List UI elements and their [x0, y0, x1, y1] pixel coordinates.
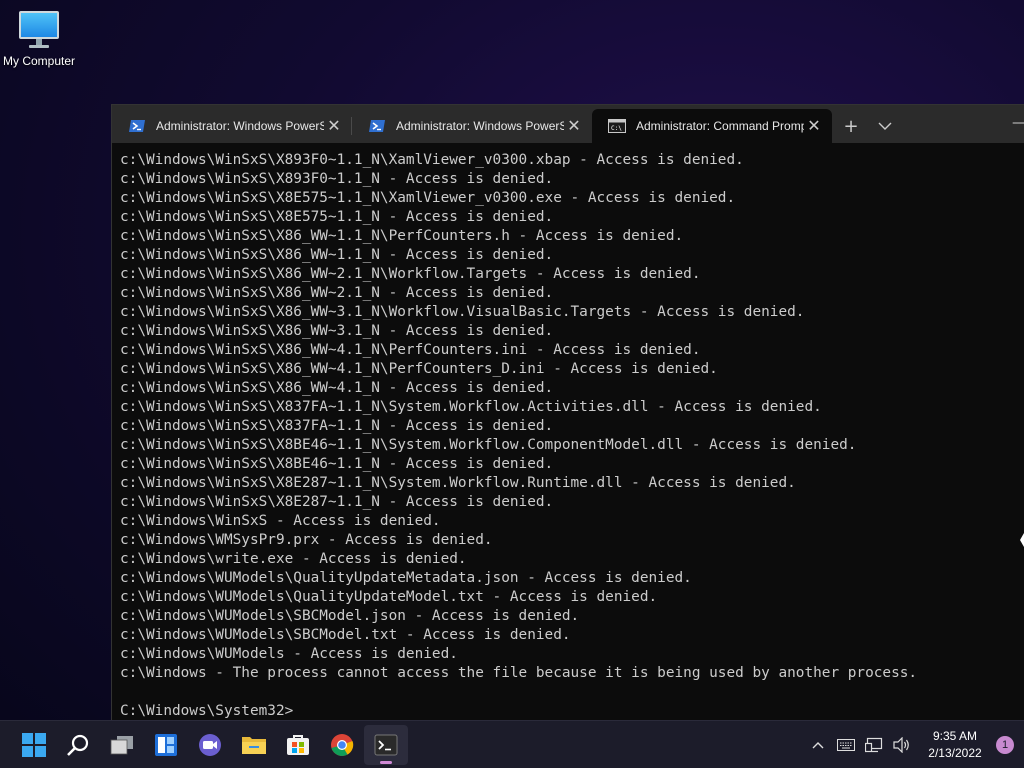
folder-icon — [242, 736, 266, 754]
clock-time: 9:35 AM — [932, 729, 978, 743]
console-line: c:\Windows\WinSxS - Access is denied. — [120, 513, 441, 529]
terminal-window[interactable]: Administrator: Windows PowerS ✕ Administ… — [111, 104, 1024, 720]
chrome-icon — [331, 733, 354, 756]
terminal-icon — [374, 734, 398, 755]
console-line: c:\Windows\WinSxS\X86_WW~2.1_N - Access … — [120, 285, 554, 301]
tab-command-prompt[interactable]: C:\ Administrator: Command Promp ✕ — [592, 109, 832, 143]
volume-icon — [893, 737, 909, 753]
clock[interactable]: 9:35 AM 2/13/2022 — [916, 728, 994, 762]
network-button[interactable] — [860, 725, 888, 765]
minimize-button[interactable]: — — [1012, 115, 1024, 131]
tab-title: Administrator: Command Promp — [636, 119, 804, 133]
console-line: c:\Windows\WinSxS\X86_WW~3.1_N - Access … — [120, 323, 554, 339]
clock-date: 2/13/2022 — [928, 746, 982, 760]
tab-powershell-1[interactable]: Administrator: Windows PowerS ✕ — [112, 109, 352, 143]
tab-title: Administrator: Windows PowerS — [156, 119, 324, 133]
console-line: c:\Windows\WinSxS\X86_WW~4.1_N\PerfCount… — [120, 361, 718, 377]
console-line: c:\Windows\WUModels\SBCModel.txt - Acces… — [120, 627, 571, 643]
chevron-down-icon — [878, 122, 892, 130]
console-line: c:\Windows\write.exe - Access is denied. — [120, 551, 467, 567]
keyboard-button[interactable] — [832, 725, 860, 765]
console-line: c:\Windows\WUModels\QualityUpdateMetadat… — [120, 570, 692, 586]
console-line: c:\Windows\WinSxS\X8E287~1.1_N\System.Wo… — [120, 475, 796, 491]
notification-badge[interactable]: 1 — [996, 736, 1014, 754]
volume-button[interactable] — [888, 725, 916, 765]
powershell-icon — [369, 120, 385, 132]
teams-chat-button[interactable] — [188, 725, 232, 765]
search-button[interactable] — [56, 725, 100, 765]
close-icon[interactable]: ✕ — [324, 116, 344, 136]
console-line: c:\Windows\WinSxS\X8E287~1.1_N - Access … — [120, 494, 554, 510]
console-line: c:\Windows\WinSxS\X86_WW~4.1_N\PerfCount… — [120, 342, 701, 358]
chat-camera-icon — [199, 733, 221, 756]
show-hidden-icons-button[interactable] — [804, 725, 832, 765]
console-line: c:\Windows\WUModels\SBCModel.json - Acce… — [120, 608, 580, 624]
file-explorer-button[interactable] — [232, 725, 276, 765]
close-icon[interactable]: ✕ — [564, 116, 584, 136]
console-line: c:\Windows\WinSxS\X86_WW~1.1_N\PerfCount… — [120, 228, 684, 244]
network-icon — [865, 737, 883, 753]
console-line: c:\Windows\WinSxS\X8BE46~1.1_N - Access … — [120, 456, 554, 472]
chrome-button[interactable] — [320, 725, 364, 765]
desktop-icon-my-computer[interactable]: My Computer — [0, 8, 78, 68]
desktop-icon-label: My Computer — [2, 54, 76, 68]
tab-bar: Administrator: Windows PowerS ✕ Administ… — [112, 105, 1024, 143]
start-button[interactable] — [12, 725, 56, 765]
search-icon — [67, 734, 89, 756]
svg-text:C:\: C:\ — [611, 125, 622, 132]
new-tab-button[interactable]: + — [834, 109, 868, 143]
console-line: c:\Windows\WinSxS\X86_WW~2.1_N\Workflow.… — [120, 266, 701, 282]
monitor-icon — [19, 11, 59, 48]
store-icon — [287, 734, 309, 755]
command-prompt-line: C:\Windows\System32> — [120, 703, 294, 719]
task-view-button[interactable] — [100, 725, 144, 765]
console-line: c:\Windows\WUModels - Access is denied. — [120, 646, 458, 662]
widgets-button[interactable] — [144, 725, 188, 765]
tab-powershell-2[interactable]: Administrator: Windows PowerS ✕ — [352, 109, 592, 143]
console-line: c:\Windows\WinSxS\X8E575~1.1_N - Access … — [120, 209, 554, 225]
console-line: c:\Windows\WinSxS\X837FA~1.1_N\System.Wo… — [120, 399, 822, 415]
system-tray: 9:35 AM 2/13/2022 1 — [804, 721, 1024, 768]
console-line: c:\Windows\WinSxS\X8BE46~1.1_N\System.Wo… — [120, 437, 857, 453]
close-icon[interactable]: ✕ — [804, 116, 824, 136]
taskbar: 9:35 AM 2/13/2022 1 — [0, 720, 1024, 768]
chevron-up-icon — [812, 742, 824, 749]
console-line: c:\Windows\WinSxS\X86_WW~3.1_N\Workflow.… — [120, 304, 805, 320]
console-line: c:\Windows\WMSysPr9.prx - Access is deni… — [120, 532, 493, 548]
widgets-icon — [155, 733, 177, 756]
console-line: c:\Windows\WinSxS\X8E575~1.1_N\XamlViewe… — [120, 190, 736, 206]
tab-title: Administrator: Windows PowerS — [396, 119, 564, 133]
terminal-button[interactable] — [364, 724, 408, 765]
console-line: c:\Windows\WinSxS\X893F0~1.1_N - Access … — [120, 171, 554, 187]
console-line: c:\Windows\WinSxS\X837FA~1.1_N - Access … — [120, 418, 554, 434]
console-line: c:\Windows\WinSxS\X86_WW~4.1_N - Access … — [120, 380, 554, 396]
console-line: c:\Windows\WUModels\QualityUpdateModel.t… — [120, 589, 658, 605]
keyboard-icon — [837, 739, 855, 751]
store-button[interactable] — [276, 725, 320, 765]
powershell-icon — [129, 120, 145, 132]
console-line: c:\Windows\WinSxS\X86_WW~1.1_N - Access … — [120, 247, 554, 263]
console-line: c:\Windows - The process cannot access t… — [120, 665, 918, 681]
console-output[interactable]: c:\Windows\WinSxS\X893F0~1.1_N\XamlViewe… — [112, 143, 1024, 720]
windows-logo-icon — [22, 732, 46, 757]
tab-dropdown-button[interactable] — [868, 109, 902, 143]
cmd-icon: C:\ — [608, 119, 626, 133]
console-line: c:\Windows\WinSxS\X893F0~1.1_N\XamlViewe… — [120, 152, 744, 168]
task-view-icon — [110, 735, 133, 754]
